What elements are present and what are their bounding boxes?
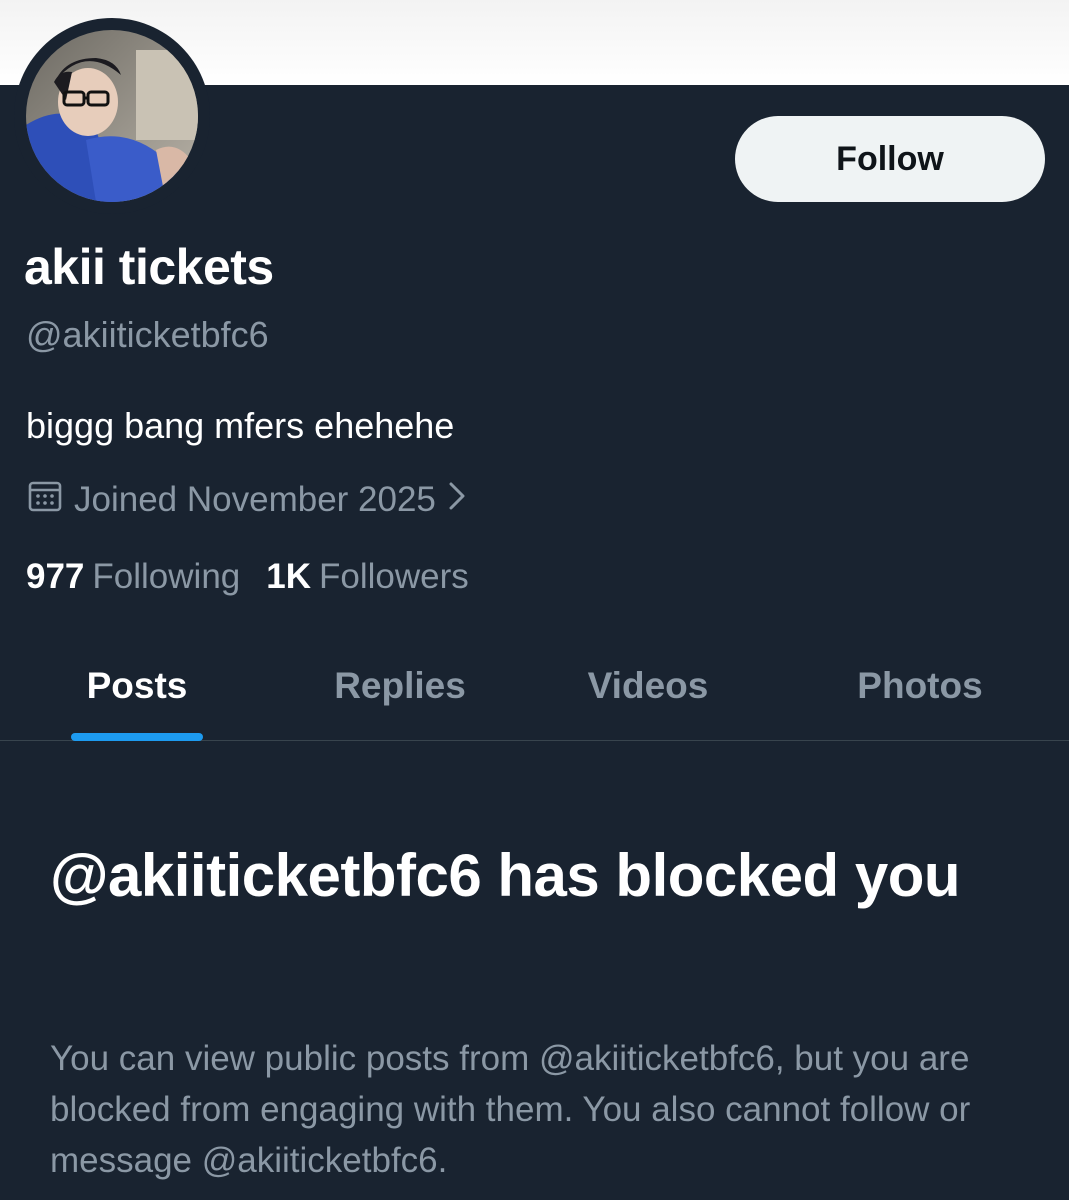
tab-videos[interactable]: Videos — [548, 630, 748, 741]
following-count: 977 — [26, 557, 85, 596]
profile-page: Follow akii tickets @akiiticketbfc6 bigg… — [0, 0, 1069, 1200]
blocked-message: You can view public posts from @akiitick… — [50, 1039, 971, 1180]
joined-date[interactable]: Joined November 2025 — [26, 478, 468, 522]
tab-photos[interactable]: Photos — [810, 630, 1030, 741]
followers-link[interactable]: 1K Followers — [266, 557, 469, 597]
follow-stats: 977 Following 1K Followers — [26, 557, 469, 597]
active-tab-indicator — [71, 733, 203, 741]
following-label: Following — [92, 557, 241, 596]
blocked-title: @akiiticketbfc6 has blocked you — [50, 842, 961, 909]
chevron-right-icon — [446, 479, 468, 522]
handle: @akiiticketbfc6 — [26, 314, 269, 355]
followers-count: 1K — [266, 557, 312, 596]
follow-button[interactable]: Follow — [735, 116, 1045, 202]
tab-replies[interactable]: Replies — [290, 630, 510, 741]
bio: biggg bang mfers ehehehe — [26, 405, 455, 446]
calendar-icon — [26, 477, 64, 524]
display-name: akii tickets — [24, 239, 274, 295]
profile-tabs: Posts Replies Videos Photos — [0, 630, 1069, 741]
followers-label: Followers — [319, 557, 469, 596]
joined-label: Joined November 2025 — [74, 480, 436, 519]
tab-posts[interactable]: Posts — [40, 630, 234, 741]
following-link[interactable]: 977 Following — [26, 557, 240, 597]
avatar[interactable] — [26, 30, 198, 202]
